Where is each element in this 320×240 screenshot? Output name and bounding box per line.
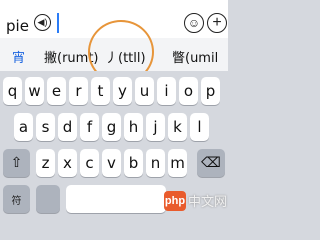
key-v[interactable]: v: [102, 149, 121, 177]
key-h[interactable]: h: [124, 113, 143, 141]
key-n[interactable]: n: [146, 149, 165, 177]
key-u[interactable]: u: [135, 77, 154, 105]
key-i[interactable]: i: [157, 77, 176, 105]
symbol-key[interactable]: 符: [3, 185, 30, 213]
plus-icon[interactable]: +: [207, 13, 227, 33]
pinyin-input-text[interactable]: pie: [6, 17, 29, 35]
text-cursor: [57, 13, 59, 33]
key-z[interactable]: z: [36, 149, 55, 177]
key-d[interactable]: d: [58, 113, 77, 141]
key-p[interactable]: p: [201, 77, 220, 105]
key-t[interactable]: t: [91, 77, 110, 105]
candidate-item[interactable]: 瞥(umil: [172, 47, 218, 66]
key-y[interactable]: y: [113, 77, 132, 105]
emoji-icon[interactable]: ☺: [184, 13, 204, 33]
delete-key[interactable]: ⌫: [197, 149, 225, 177]
key-c[interactable]: c: [80, 149, 99, 177]
key-r[interactable]: r: [69, 77, 88, 105]
key-b[interactable]: b: [124, 149, 143, 177]
watermark-text: 中文网: [188, 195, 228, 210]
candidate-item[interactable]: 宵: [12, 47, 25, 66]
shift-key[interactable]: ⇧: [3, 149, 30, 177]
key-q[interactable]: q: [3, 77, 22, 105]
key-w[interactable]: w: [25, 77, 44, 105]
watermark-logo: php: [164, 190, 186, 211]
key-x[interactable]: x: [58, 149, 77, 177]
key-m[interactable]: m: [168, 149, 187, 177]
watermark: php 中文网: [164, 186, 228, 215]
key-e[interactable]: e: [47, 77, 66, 105]
voice-icon[interactable]: ◀): [34, 14, 51, 31]
space-key[interactable]: [66, 185, 166, 213]
key-f[interactable]: f: [80, 113, 99, 141]
key-j[interactable]: j: [146, 113, 165, 141]
key-o[interactable]: o: [179, 77, 198, 105]
key-g[interactable]: g: [102, 113, 121, 141]
key-a[interactable]: a: [14, 113, 33, 141]
key-s[interactable]: s: [36, 113, 55, 141]
key-k[interactable]: k: [168, 113, 187, 141]
number-key[interactable]: [36, 185, 60, 213]
key-l[interactable]: l: [190, 113, 209, 141]
